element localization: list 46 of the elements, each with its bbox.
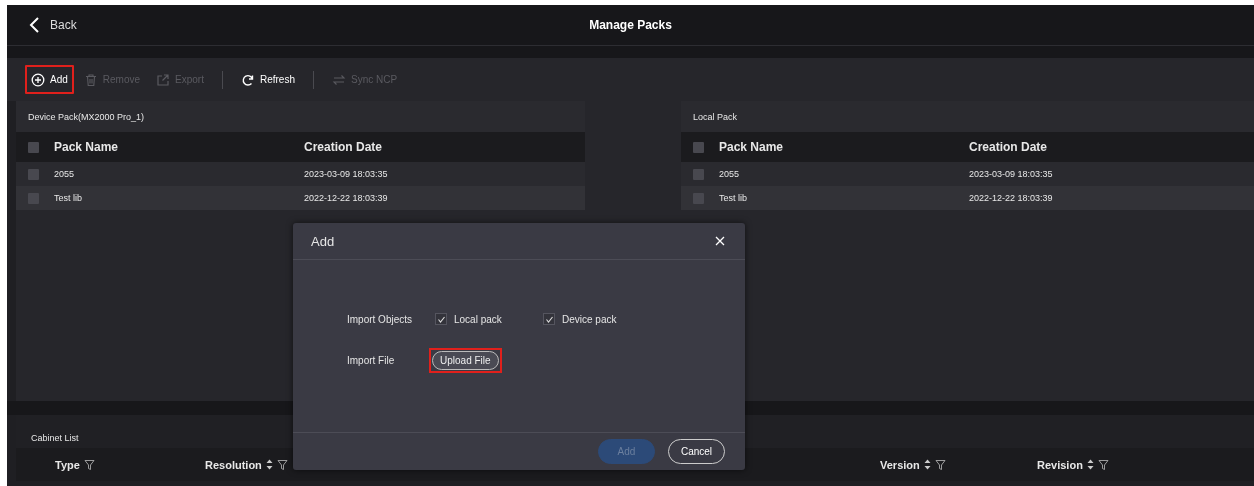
checkbox-option[interactable]: Local pack bbox=[435, 313, 543, 325]
row-checkbox[interactable] bbox=[28, 168, 39, 180]
column-header: Revision bbox=[1037, 458, 1083, 471]
pack-name-cell-text: 2055 bbox=[719, 169, 741, 179]
row-checkbox[interactable] bbox=[693, 192, 704, 204]
chevron-left-icon bbox=[29, 17, 40, 33]
cancel-button[interactable]: Cancel bbox=[668, 439, 725, 464]
column-header: Resolution bbox=[205, 458, 262, 471]
check-icon bbox=[436, 314, 446, 324]
refresh-button[interactable]: Refresh bbox=[234, 65, 301, 94]
panel-title: Device Pack(MX2000 Pro_1) bbox=[28, 111, 145, 122]
dialog-title: Add bbox=[311, 233, 335, 249]
row-checkbox[interactable] bbox=[693, 168, 704, 180]
column-header: Version bbox=[880, 458, 920, 471]
close-icon bbox=[715, 236, 725, 246]
select-all-checkbox[interactable] bbox=[693, 141, 704, 153]
checkbox-option[interactable]: Device pack bbox=[543, 313, 651, 325]
field-label: Import File bbox=[347, 355, 396, 366]
creation-date-cell-text: 2022-12-22 18:03:39 bbox=[304, 193, 389, 203]
field-label: Import Objects bbox=[347, 313, 414, 325]
pack-name-cell-text: Test lib bbox=[54, 193, 83, 203]
refresh-icon bbox=[240, 72, 255, 87]
page-title: Manage Packs bbox=[589, 18, 672, 32]
creation-date-cell-text: 2023-03-09 18:03:35 bbox=[969, 169, 1054, 179]
column-header: Creation Date bbox=[304, 140, 384, 154]
arrows-swap-icon bbox=[331, 72, 346, 87]
creation-date-cell-text: 2023-03-09 18:03:35 bbox=[304, 169, 389, 179]
trash-icon bbox=[83, 72, 98, 87]
column-header: Creation Date bbox=[969, 140, 1049, 154]
select-all-checkbox[interactable] bbox=[28, 141, 39, 153]
creation-date-cell-text: 2022-12-22 18:03:39 bbox=[969, 193, 1054, 203]
close-button[interactable] bbox=[713, 234, 727, 248]
panel-title: Local Pack bbox=[693, 111, 738, 122]
row-checkbox[interactable] bbox=[28, 192, 39, 204]
upload-file-button[interactable]: Upload File bbox=[432, 351, 499, 370]
add-button[interactable]: Add bbox=[25, 65, 74, 94]
back-button[interactable]: Back bbox=[25, 15, 81, 35]
export-icon bbox=[156, 72, 171, 87]
column-header: Pack Name bbox=[719, 140, 785, 154]
plus-circle-icon bbox=[31, 72, 45, 87]
pack-name-cell-text: Test lib bbox=[719, 193, 748, 203]
section-title: Cabinet List bbox=[31, 433, 79, 443]
pack-name-cell-text: 2055 bbox=[54, 169, 76, 179]
column-header: Type bbox=[55, 458, 80, 471]
check-icon bbox=[544, 314, 554, 324]
column-header: Pack Name bbox=[54, 140, 120, 154]
